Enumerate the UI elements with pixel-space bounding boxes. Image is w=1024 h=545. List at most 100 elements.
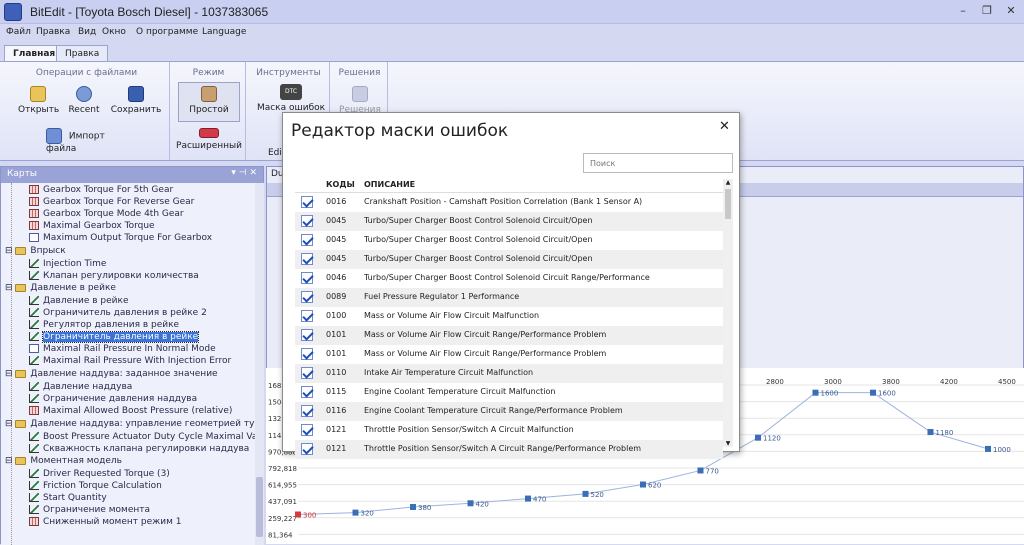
row-checkbox[interactable]: [301, 424, 313, 436]
tree-item[interactable]: Maximal Allowed Boost Pressure (relative…: [29, 406, 232, 418]
dtc-row[interactable]: 0089 Fuel Pressure Regulator 1 Performanc…: [295, 288, 723, 307]
row-checkbox[interactable]: [301, 272, 313, 284]
tree-scroll-thumb[interactable]: [256, 477, 263, 537]
close-icon[interactable]: ✕: [719, 119, 730, 134]
row-checkbox[interactable]: [301, 367, 313, 379]
solutions-button[interactable]: Решения: [336, 86, 384, 115]
data-point[interactable]: [582, 490, 589, 497]
data-point[interactable]: [927, 429, 934, 436]
search-input[interactable]: [583, 153, 733, 173]
menu-window[interactable]: Окно: [102, 27, 126, 37]
tree-item[interactable]: Скважность клапана регулировки наддува: [29, 444, 249, 456]
menu-about[interactable]: О программе: [136, 27, 198, 37]
tab-edit[interactable]: Правка: [56, 45, 109, 62]
col-codes[interactable]: КОДЫ: [326, 180, 355, 189]
tree-item[interactable]: Давление наддува: [29, 382, 132, 394]
tree-item[interactable]: Сниженный момент режим 1: [29, 517, 181, 529]
close-window-icon[interactable]: ✕: [1000, 3, 1022, 19]
tree-folder[interactable]: ⊟ Давление в рейке: [5, 283, 116, 295]
tree-item[interactable]: Driver Requested Torque (3): [29, 469, 170, 481]
data-point[interactable]: [755, 434, 761, 441]
dialog-scrollbar[interactable]: ▲ ▼: [723, 179, 733, 447]
restore-icon[interactable]: ❐: [976, 3, 998, 19]
tree-folder[interactable]: ⊟ Моментная модель: [5, 456, 122, 468]
row-checkbox[interactable]: [301, 443, 313, 455]
row-checkbox[interactable]: [301, 386, 313, 398]
minimize-icon[interactable]: –: [952, 3, 974, 19]
map-icon: [29, 517, 39, 526]
dtc-row[interactable]: 0101 Mass or Volume Air Flow Circuit Rang…: [295, 326, 723, 345]
tree-item[interactable]: Ограничение момента: [29, 505, 150, 517]
row-checkbox[interactable]: [301, 215, 313, 227]
row-code: 0045: [326, 235, 347, 244]
scroll-up-icon[interactable]: ▲: [723, 179, 733, 186]
import-button[interactable]: Импорт файла: [46, 128, 136, 154]
col-description[interactable]: ОПИСАНИЕ: [364, 180, 415, 189]
dtc-row[interactable]: 0016 Crankshaft Position - Camshaft Posit…: [295, 193, 723, 212]
tree-item[interactable]: Ограничение давления наддува: [29, 394, 197, 406]
data-point[interactable]: [812, 389, 819, 396]
dtc-row[interactable]: 0101 Mass or Volume Air Flow Circuit Rang…: [295, 345, 723, 364]
dtc-row[interactable]: 0116 Engine Coolant Temperature Circuit R…: [295, 402, 723, 421]
menu-language[interactable]: Language: [202, 27, 246, 37]
tree-folder[interactable]: ⊟ Давление наддува: управление геометрие…: [5, 419, 255, 431]
simple-mode-button[interactable]: Простой: [178, 82, 240, 122]
extended-mode-button[interactable]: Расширенный: [174, 128, 244, 151]
tree-item[interactable]: Ограничитель давления в рейке 2: [29, 308, 207, 320]
tree-item[interactable]: Start Quantity: [29, 493, 107, 505]
row-checkbox[interactable]: [301, 310, 313, 322]
data-point[interactable]: [467, 500, 474, 507]
row-checkbox[interactable]: [301, 234, 313, 246]
row-checkbox[interactable]: [301, 253, 313, 265]
dtc-row[interactable]: 0100 Mass or Volume Air Flow Circuit Malf…: [295, 307, 723, 326]
panel-pin-close-icons[interactable]: ▾ ⊣ ✕: [231, 168, 257, 178]
data-point[interactable]: [410, 504, 416, 511]
dtc-row[interactable]: 0110 Intake Air Temperature Circuit Malfu…: [295, 364, 723, 383]
tree-folder[interactable]: ⊟ Впрыск: [5, 246, 66, 258]
row-checkbox[interactable]: [301, 348, 313, 360]
tree-item[interactable]: Maximal Rail Pressure In Normal Mode: [29, 344, 216, 356]
menu-view[interactable]: Вид: [78, 27, 96, 37]
row-checkbox[interactable]: [301, 405, 313, 417]
menu-file[interactable]: Файл: [6, 27, 31, 37]
dtc-row[interactable]: 0045 Turbo/Super Charger Boost Control So…: [295, 212, 723, 231]
tree-folder[interactable]: ⊟ Давление наддува: заданное значение: [5, 369, 218, 381]
row-code: 0101: [326, 330, 347, 339]
data-point[interactable]: [870, 389, 876, 396]
tree-item[interactable]: Клапан регулировки количества: [29, 271, 199, 283]
data-point[interactable]: [697, 467, 704, 474]
menu-edit[interactable]: Правка: [36, 27, 70, 37]
tree-item[interactable]: Friction Torque Calculation: [29, 481, 162, 493]
tree-item[interactable]: Boost Pressure Actuator Duty Cycle Maxim…: [29, 432, 255, 444]
data-point[interactable]: [525, 495, 531, 502]
tree-item[interactable]: Gearbox Torque Mode 4th Gear: [29, 209, 184, 221]
recent-button[interactable]: Recent: [66, 86, 102, 115]
data-point[interactable]: [352, 509, 359, 516]
dtc-row[interactable]: 0121 Throttle Position Sensor/Switch A Ci…: [295, 421, 723, 440]
data-point[interactable]: [295, 511, 301, 518]
tree-item[interactable]: Maximal Rail Pressure With Injection Err…: [29, 356, 231, 368]
dtc-row[interactable]: 0045 Turbo/Super Charger Boost Control So…: [295, 231, 723, 250]
row-checkbox[interactable]: [301, 329, 313, 341]
dtc-row[interactable]: 0115 Engine Coolant Temperature Circuit M…: [295, 383, 723, 402]
dtc-row[interactable]: 0046 Turbo/Super Charger Boost Control So…: [295, 269, 723, 288]
row-checkbox[interactable]: [301, 196, 313, 208]
dialog-scroll-thumb[interactable]: [725, 189, 731, 219]
dtc-mask-button[interactable]: DTC Маска ошибок: [256, 84, 326, 113]
row-checkbox[interactable]: [301, 291, 313, 303]
scroll-down-icon[interactable]: ▼: [723, 440, 733, 447]
tree-item[interactable]: Injection Time: [29, 259, 106, 271]
tree-item[interactable]: Давление в рейке: [29, 296, 129, 308]
dtc-row[interactable]: 0121 Throttle Position Sensor/Switch A Ci…: [295, 440, 723, 459]
tree-item[interactable]: Регулятор давления в рейке: [29, 320, 179, 332]
open-button[interactable]: Открыть: [18, 86, 59, 115]
data-point[interactable]: [985, 445, 991, 452]
tree-item[interactable]: Gearbox Torque For Reverse Gear: [29, 197, 194, 209]
tree-item[interactable]: Gearbox Torque For 5th Gear: [29, 185, 173, 197]
tree-item-selected[interactable]: Ограничитель давления в рейке: [29, 331, 200, 344]
tree-item[interactable]: Maximum Output Torque For Gearbox: [29, 233, 212, 245]
save-button[interactable]: Сохранить: [110, 86, 162, 115]
data-point[interactable]: [640, 481, 646, 488]
dtc-row[interactable]: 0045 Turbo/Super Charger Boost Control So…: [295, 250, 723, 269]
tree-item[interactable]: Maximal Gearbox Torque: [29, 221, 155, 233]
